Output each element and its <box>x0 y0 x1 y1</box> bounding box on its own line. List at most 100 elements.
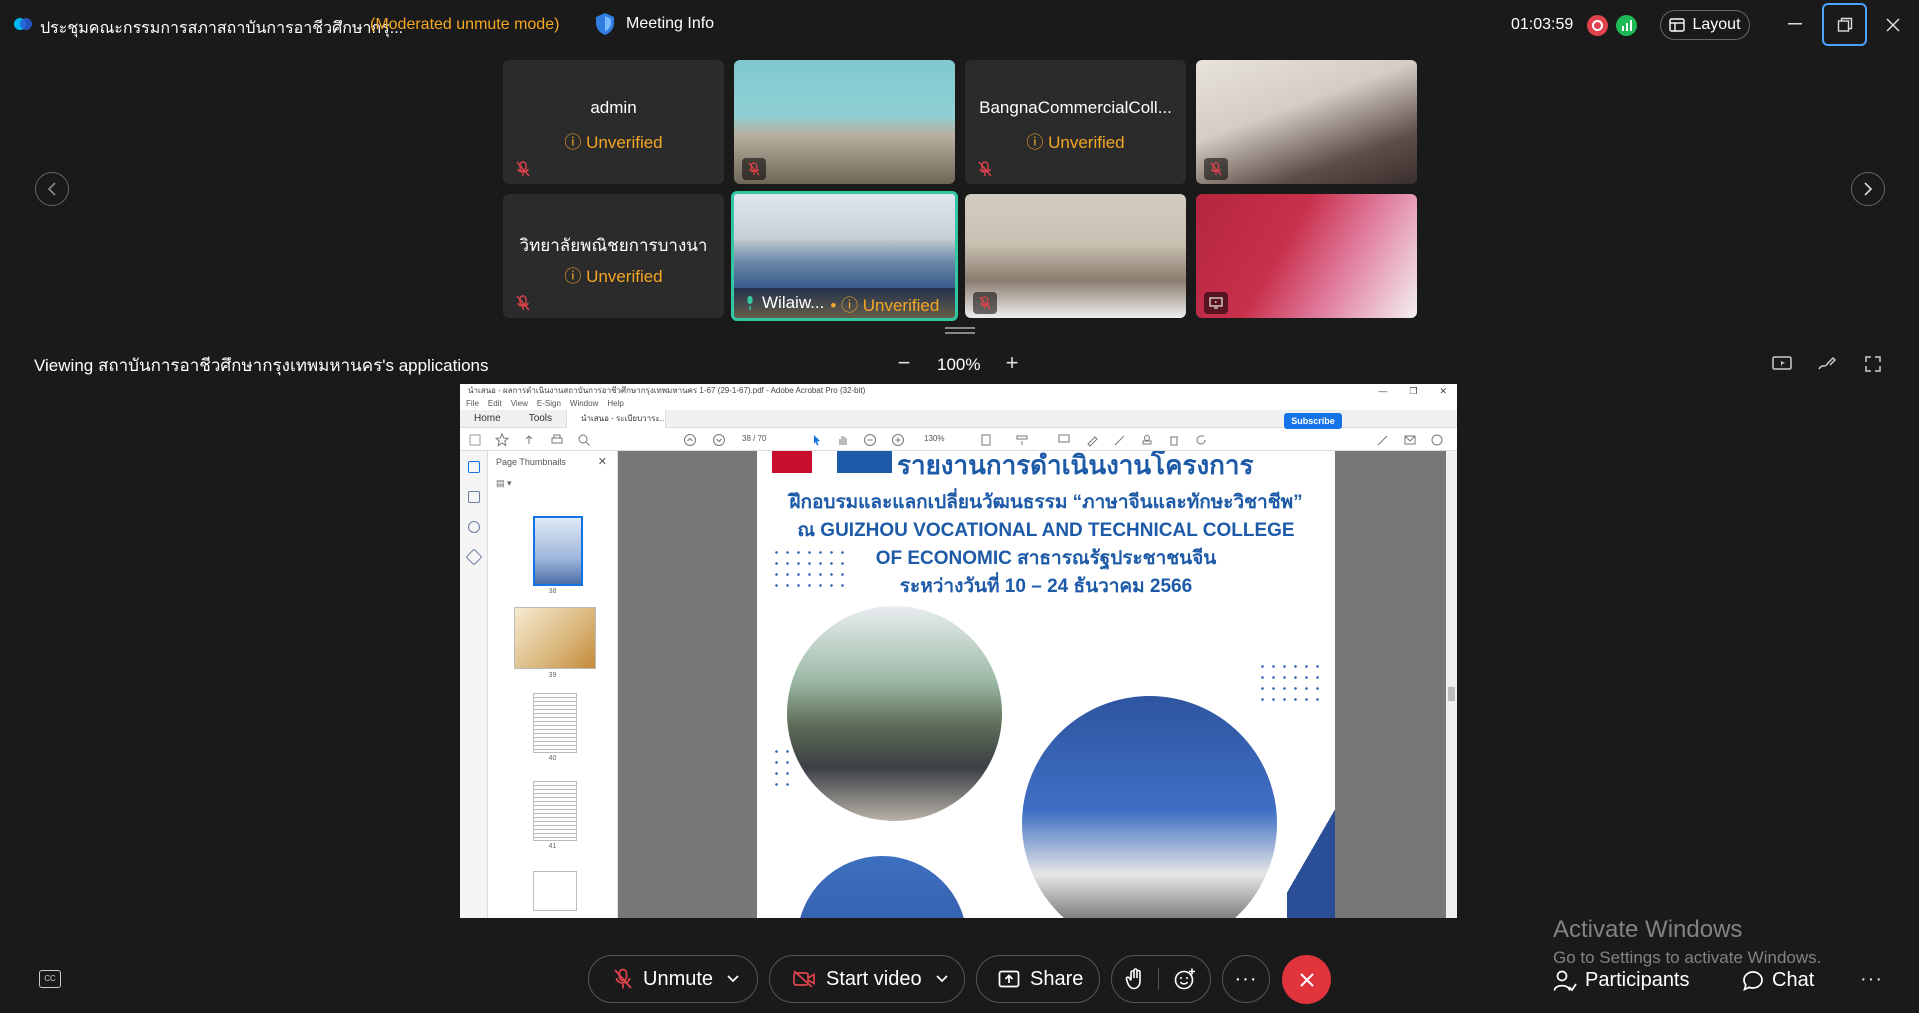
remote-control-button[interactable] <box>1771 353 1793 375</box>
participant-tile[interactable]: วิทยาลัยพณิชยการบางนา ⓘ Unverified <box>503 194 724 318</box>
previous-page-button[interactable] <box>35 172 69 206</box>
zoom-out-button[interactable]: − <box>892 352 916 376</box>
start-video-label: Start video <box>826 967 922 990</box>
record-icon[interactable] <box>1587 15 1608 36</box>
mail-icon <box>1404 435 1416 445</box>
menu-edit: Edit <box>487 399 502 408</box>
account-icon <box>1431 434 1443 446</box>
hand-and-reactions-group <box>1111 955 1211 1003</box>
acrobat-left-rail <box>460 451 488 918</box>
group-photo-circle <box>787 606 1002 821</box>
viewing-label: Viewing สถาบันการอาชีวศึกษากรุงเทพมหานคร… <box>34 356 489 375</box>
unmute-button[interactable]: Unmute <box>588 955 758 1003</box>
upload-icon <box>525 435 533 444</box>
minimize-icon <box>1788 23 1802 25</box>
participant-tile[interactable]: BangnaCommercialColl... ⓘ Unverified <box>965 60 1186 184</box>
more-panels-button[interactable]: ··· <box>1860 968 1883 991</box>
layout-button[interactable]: Layout <box>1660 10 1750 40</box>
participants-icon <box>1553 970 1577 991</box>
menu-view: View <box>510 399 528 408</box>
shield-icon <box>596 13 614 35</box>
mic-muted-icon <box>614 968 632 989</box>
close-window-button[interactable] <box>1880 12 1906 38</box>
acrobat-zoom: 130% <box>924 434 945 443</box>
print-icon <box>551 434 563 444</box>
tab-home: Home <box>474 412 501 424</box>
page-heading-top: รายงานการดำเนินงานโครงการ <box>897 451 1254 480</box>
meeting-timer: 01:03:59 <box>1511 16 1574 33</box>
meeting-title: ประชุมคณะกรรมการสภาสถาบันการอาชีวศึกษากร… <box>40 20 404 37</box>
page-thumbnail <box>533 693 577 753</box>
layout-label: Layout <box>1692 16 1741 33</box>
next-page-button[interactable] <box>1851 172 1885 206</box>
watermark-line-1: Activate Windows <box>1553 916 1743 943</box>
start-video-button[interactable]: Start video <box>769 955 965 1003</box>
chevron-left-icon <box>47 182 56 196</box>
edit-pdf-icon <box>1377 435 1388 446</box>
more-options-button[interactable]: ··· <box>1222 955 1270 1003</box>
decorative-shape <box>1287 781 1335 918</box>
captions-button[interactable]: CC <box>39 970 61 988</box>
chevron-down-icon <box>936 975 948 983</box>
meeting-info-button[interactable]: Meeting Info <box>594 12 714 36</box>
video-off-icon <box>793 970 815 988</box>
participant-video-tile[interactable] <box>734 60 955 184</box>
mic-muted-icon <box>748 162 760 176</box>
title-bar: ประชุมคณะกรรมการสภาสถาบันการอาชีวศึกษากร… <box>0 0 1919 50</box>
chat-button[interactable]: Chat <box>1742 969 1814 992</box>
share-button[interactable]: Share <box>976 955 1100 1003</box>
moderated-mode-label: (Moderated unmute mode) <box>370 16 560 33</box>
page-down-icon <box>713 434 725 446</box>
restore-button[interactable] <box>1822 3 1867 46</box>
unverified-badge: ⓘ Unverified <box>564 267 663 286</box>
windows-activation-watermark: Activate Windows Go to Settings to activ… <box>1553 916 1821 968</box>
network-stats-icon[interactable] <box>1616 15 1637 36</box>
annotate-button[interactable] <box>1816 353 1838 375</box>
search-icon <box>578 434 590 446</box>
zoom-in-button[interactable]: + <box>1000 352 1024 376</box>
menu-help: Help <box>607 399 624 408</box>
participant-name: admin <box>590 98 637 117</box>
end-call-icon <box>1299 972 1314 987</box>
chevron-down-icon <box>727 975 739 983</box>
participant-video-tile[interactable] <box>1196 194 1417 318</box>
page-thumbnail <box>514 607 596 669</box>
mic-muted-icon <box>516 295 530 311</box>
close-icon <box>1886 18 1900 32</box>
unverified-icon: ⓘ <box>564 133 582 152</box>
unverified-icon: ⓘ <box>564 267 582 286</box>
participant-video-tile[interactable] <box>965 194 1186 318</box>
acrobat-menu-bar: File Edit View E-Sign Window Help <box>460 398 1457 410</box>
active-speaker-label: Wilaiw... • ⓘ Unverified <box>734 288 955 318</box>
participant-tile[interactable]: admin ⓘ Unverified <box>503 60 724 184</box>
shared-screen[interactable]: นำเสนอ - ผลการดำเนินงานสถาบันการอาชีวศึก… <box>460 384 1457 918</box>
draw-icon <box>1114 435 1125 446</box>
mic-muted-indicator <box>742 158 766 180</box>
thumbnail-number: 41 <box>548 843 557 850</box>
participant-video-tile[interactable] <box>1196 60 1417 184</box>
thumbnails-close-icon: ✕ <box>597 456 607 468</box>
annotate-icon <box>1818 356 1837 370</box>
menu-esign: E-Sign <box>536 399 561 408</box>
thumbnails-title: Page Thumbnails <box>496 457 566 467</box>
raise-hand-icon[interactable] <box>1125 968 1145 990</box>
page-thumbnails-panel: Page Thumbnails ✕ ▤ ▾ 38 39 40 41 <box>488 451 638 918</box>
active-speaker-tile[interactable]: Wilaiw... • ⓘ Unverified <box>731 191 958 321</box>
comment-icon <box>1058 434 1070 443</box>
grid-resize-handle[interactable] <box>945 327 975 335</box>
minimize-button[interactable] <box>1784 12 1806 36</box>
thumbnail-number: 40 <box>548 755 557 762</box>
training-photo-circle <box>797 856 967 918</box>
meeting-info-label: Meeting Info <box>626 15 715 32</box>
acrobat-window-controls: — ❐ ✕ <box>1378 386 1447 396</box>
end-call-button[interactable] <box>1282 955 1331 1004</box>
thumbnail-number: 39 <box>548 672 557 679</box>
fullscreen-button[interactable] <box>1862 353 1884 375</box>
chat-icon <box>1743 970 1763 991</box>
share-label: Share <box>1030 967 1084 990</box>
menu-window: Window <box>569 399 599 408</box>
reactions-icon[interactable] <box>1173 967 1197 991</box>
delete-icon <box>1170 436 1178 446</box>
fullscreen-icon <box>1865 356 1881 372</box>
participants-button[interactable]: Participants <box>1553 969 1690 992</box>
